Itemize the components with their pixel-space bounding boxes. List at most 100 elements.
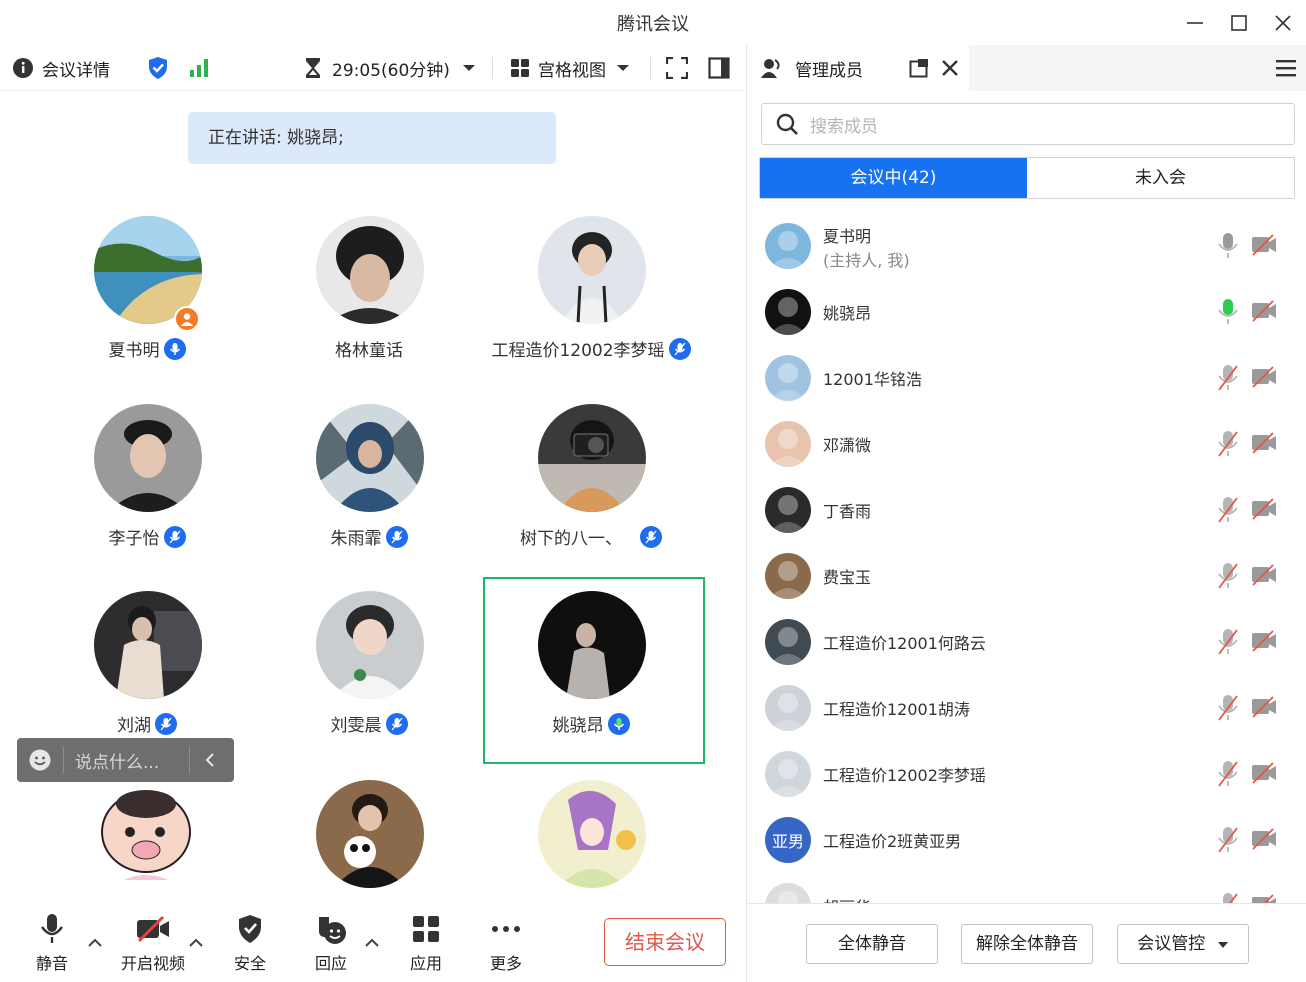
member-row[interactable]: 工程造价12002李梦瑶 bbox=[761, 741, 1295, 807]
tab-manage-members[interactable]: 管理成员 bbox=[747, 45, 969, 91]
close-window-button[interactable] bbox=[1268, 8, 1298, 38]
more-button[interactable]: 更多 bbox=[471, 912, 541, 974]
close-icon bbox=[1275, 15, 1291, 31]
mic-muted-icon[interactable] bbox=[1217, 628, 1239, 660]
search-input[interactable]: 搜索成员 bbox=[810, 112, 878, 137]
participant-tile[interactable]: 李子怡 bbox=[37, 404, 257, 590]
participant-name: 刘湖 bbox=[37, 711, 257, 736]
member-name: 姚骁昂 bbox=[823, 304, 872, 323]
participant-name-text: 工程造价12002李梦瑶 bbox=[491, 341, 665, 361]
view-layout-label: 宫格视图 bbox=[538, 60, 606, 81]
minimize-button[interactable] bbox=[1180, 8, 1210, 38]
mic-muted-icon[interactable] bbox=[1217, 430, 1239, 462]
divider bbox=[492, 57, 493, 79]
shield-icon bbox=[239, 915, 261, 943]
active-speaker-frame bbox=[483, 577, 705, 764]
participant-tile[interactable] bbox=[259, 780, 479, 890]
react-button[interactable]: 回应 bbox=[296, 912, 366, 974]
mic-muted-icon[interactable] bbox=[1217, 562, 1239, 594]
member-row[interactable]: 丁香雨 bbox=[761, 477, 1295, 543]
participant-tile[interactable]: 夏书明 bbox=[37, 216, 257, 402]
pop-out-icon[interactable] bbox=[909, 58, 929, 78]
emoji-icon[interactable] bbox=[28, 748, 52, 772]
video-off-icon[interactable] bbox=[1251, 431, 1277, 459]
member-name: 工程造价12001胡涛 bbox=[823, 700, 970, 719]
member-name: 丁香雨 bbox=[823, 502, 872, 521]
security-status[interactable] bbox=[147, 45, 169, 91]
mute-all-button[interactable]: 全体静音 bbox=[806, 924, 938, 964]
mic-speaking-icon[interactable] bbox=[1217, 298, 1239, 330]
network-signal[interactable] bbox=[189, 45, 211, 91]
mic-muted-icon[interactable] bbox=[1217, 694, 1239, 726]
divider bbox=[63, 746, 64, 774]
view-layout-button[interactable]: 宫格视图 bbox=[510, 45, 630, 91]
chat-input-bar[interactable]: 说点什么... bbox=[17, 738, 234, 782]
video-off-icon[interactable] bbox=[1251, 563, 1277, 591]
video-off-icon[interactable] bbox=[1251, 761, 1277, 789]
meeting-details-button[interactable]: 会议详情 bbox=[12, 45, 110, 91]
toggle-sidebar-button[interactable] bbox=[708, 45, 730, 91]
meeting-timer[interactable]: 29:05(60分钟) bbox=[304, 45, 476, 91]
react-options-button[interactable] bbox=[365, 936, 379, 952]
shield-check-icon bbox=[149, 57, 167, 79]
fullscreen-button[interactable] bbox=[666, 45, 688, 91]
mic-muted-icon[interactable] bbox=[1217, 826, 1239, 858]
member-search[interactable]: 搜索成员 bbox=[761, 103, 1295, 145]
close-panel-icon[interactable] bbox=[941, 59, 959, 77]
menu-icon[interactable] bbox=[1275, 58, 1297, 78]
chat-input[interactable]: 说点什么... bbox=[75, 748, 183, 773]
unmute-all-button[interactable]: 解除全体静音 bbox=[961, 924, 1093, 964]
member-row[interactable]: 工程造价12001胡涛 bbox=[761, 675, 1295, 741]
member-name: 工程造价12002李梦瑶 bbox=[823, 766, 986, 785]
participant-name: 工程造价12002李梦瑶 bbox=[481, 336, 701, 361]
member-role: (主持人, 我) bbox=[823, 251, 910, 270]
meeting-control-button[interactable]: 会议管控 bbox=[1117, 924, 1249, 964]
maximize-button[interactable] bbox=[1224, 8, 1254, 38]
video-off-icon[interactable] bbox=[1251, 629, 1277, 657]
mic-muted-icon[interactable] bbox=[1217, 496, 1239, 528]
video-off-icon[interactable] bbox=[1251, 497, 1277, 525]
participant-tile[interactable] bbox=[481, 780, 701, 890]
speaking-indicator: 正在讲话: 姚骁昂; bbox=[188, 112, 556, 164]
member-row[interactable]: 工程造价12001何路云 bbox=[761, 609, 1295, 675]
tab-in-meeting[interactable]: 会议中(42) bbox=[760, 158, 1027, 198]
mute-button[interactable]: 静音 bbox=[17, 912, 87, 974]
start-video-button[interactable]: 开启视频 bbox=[118, 912, 188, 974]
member-avatar bbox=[765, 619, 811, 665]
member-row[interactable]: 费宝玉 bbox=[761, 543, 1295, 609]
member-name: 邓潇微 bbox=[823, 436, 872, 455]
member-avatar-text: 亚男 bbox=[771, 832, 804, 851]
mic-muted-icon[interactable] bbox=[1217, 364, 1239, 396]
mic-on-icon[interactable] bbox=[1217, 232, 1239, 264]
participant-tile[interactable]: 朱雨霏 bbox=[259, 404, 479, 590]
end-meeting-button[interactable]: 结束会议 bbox=[604, 918, 726, 966]
member-row[interactable]: 姚骁昂 bbox=[761, 279, 1295, 345]
video-off-icon[interactable] bbox=[1251, 299, 1277, 327]
participant-tile[interactable]: 树下的八一、 bbox=[481, 404, 701, 590]
member-row[interactable]: 亚男 工程造价2班黄亚男 bbox=[761, 807, 1295, 873]
participant-tile[interactable]: 格林童话 bbox=[259, 216, 479, 402]
video-options-button[interactable] bbox=[189, 936, 203, 952]
window-title: 腾讯会议 bbox=[617, 14, 689, 35]
video-off-icon bbox=[137, 915, 169, 943]
chevron-left-icon[interactable] bbox=[204, 753, 216, 767]
video-off-icon[interactable] bbox=[1251, 695, 1277, 723]
tab-not-joined[interactable]: 未入会 bbox=[1027, 158, 1294, 198]
security-button[interactable]: 安全 bbox=[215, 912, 285, 974]
video-off-icon[interactable] bbox=[1251, 233, 1277, 261]
member-row[interactable]: 夏书明 (主持人, 我) bbox=[761, 213, 1295, 279]
participant-tile[interactable]: 工程造价12002李梦瑶 bbox=[481, 216, 701, 402]
member-row[interactable]: 12001华铭浩 bbox=[761, 345, 1295, 411]
participant-tile[interactable] bbox=[37, 780, 257, 890]
mic-muted-icon[interactable] bbox=[1217, 760, 1239, 792]
apps-button[interactable]: 应用 bbox=[391, 912, 461, 974]
chevron-up-icon bbox=[189, 938, 203, 947]
mute-options-button[interactable] bbox=[88, 936, 102, 952]
video-off-icon[interactable] bbox=[1251, 827, 1277, 855]
member-row[interactable]: 邓潇微 bbox=[761, 411, 1295, 477]
search-icon bbox=[776, 113, 798, 135]
participant-tile[interactable]: 刘雯晨 bbox=[259, 591, 479, 777]
video-off-icon[interactable] bbox=[1251, 365, 1277, 393]
participant-name-text: 李子怡 bbox=[108, 529, 160, 549]
grid-view-icon bbox=[511, 59, 529, 77]
